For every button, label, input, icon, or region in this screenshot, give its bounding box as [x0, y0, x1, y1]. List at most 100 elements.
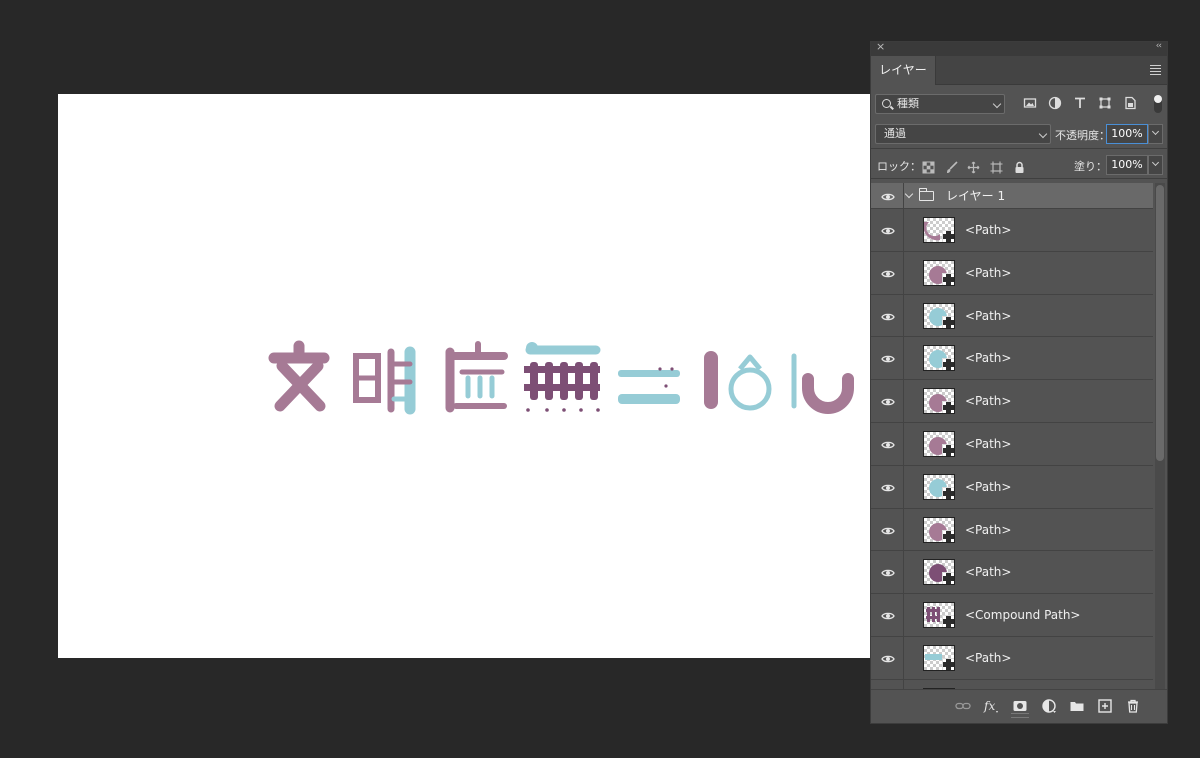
layer-row[interactable]: <Path>	[871, 337, 1153, 381]
opacity-dropdown[interactable]	[1148, 124, 1163, 144]
eye-icon[interactable]	[881, 651, 895, 665]
layer-name: <Compound Path>	[965, 608, 1081, 623]
scrollbar-thumb[interactable]	[1156, 185, 1164, 461]
layer-name: <Path>	[965, 351, 1012, 366]
adjustment-layer-icon[interactable]	[1041, 698, 1057, 714]
eye-icon[interactable]	[881, 437, 895, 451]
eye-icon[interactable]	[881, 480, 895, 494]
panel-menu-icon[interactable]	[1150, 65, 1161, 77]
layer-row[interactable]: <Path>	[871, 551, 1153, 595]
trash-icon[interactable]	[1125, 698, 1141, 714]
layer-group-row[interactable]: レイヤー 1	[871, 183, 1153, 209]
vector-mask-icon	[942, 315, 954, 328]
filter-row: 種類	[871, 92, 1167, 116]
smart-object-filter-icon[interactable]	[1123, 96, 1137, 110]
layer-row[interactable]: <Path>	[871, 422, 1153, 466]
fx-icon[interactable]: fx	[983, 698, 999, 714]
layer-row[interactable]: <Path>	[871, 508, 1153, 552]
document-canvas[interactable]	[58, 94, 870, 658]
filter-kind-select[interactable]: 種類	[875, 94, 1005, 114]
eye-icon[interactable]	[881, 351, 895, 365]
layer-name: レイヤー 1	[946, 189, 1006, 203]
eye-icon[interactable]	[881, 394, 895, 408]
new-layer-icon[interactable]	[1097, 698, 1113, 714]
mask-icon[interactable]	[1012, 698, 1028, 714]
adjustment-filter-icon[interactable]	[1048, 96, 1062, 110]
image-filter-icon[interactable]	[1023, 96, 1037, 110]
lock-label: ロック：	[877, 160, 921, 173]
filter-toggle[interactable]	[1154, 95, 1162, 113]
filter-kind-label: 種類	[897, 97, 919, 110]
vector-mask-icon	[942, 529, 954, 542]
blend-mode-value: 通過	[884, 127, 906, 140]
type-filter-icon[interactable]	[1073, 96, 1087, 110]
glyph-mei	[353, 346, 416, 415]
resize-grip[interactable]	[1011, 713, 1029, 718]
eye-icon[interactable]	[881, 223, 895, 237]
lock-artboard-icon[interactable]	[990, 159, 1003, 174]
layer-row[interactable]: <Path>	[871, 636, 1153, 680]
layer-name: <Path>	[965, 394, 1012, 409]
panel-tabbar: レイヤー	[871, 56, 1167, 85]
lock-transparent-icon[interactable]	[922, 159, 935, 174]
eye-icon[interactable]	[881, 309, 895, 323]
fill-dropdown[interactable]	[1148, 155, 1163, 175]
layers-panel: × ‹‹ レイヤー 種類 通過 不透明度： 100% ロック： 塗り： 100%…	[870, 40, 1168, 724]
layer-list-scrollbar[interactable]	[1155, 183, 1165, 689]
lock-position-icon[interactable]	[967, 159, 980, 174]
layer-thumbnail	[923, 559, 955, 586]
eye-icon[interactable]	[881, 189, 895, 203]
layer-name: <Path>	[965, 565, 1012, 580]
layer-name: <Path>	[965, 308, 1012, 323]
layer-row[interactable]: <Path>	[871, 294, 1153, 338]
layer-name: <Path>	[965, 265, 1012, 280]
vector-mask-icon	[942, 657, 954, 670]
opacity-input[interactable]: 100%	[1106, 124, 1148, 144]
layer-thumbnail	[923, 644, 955, 671]
vector-mask-icon	[942, 572, 954, 585]
lock-paint-icon[interactable]	[945, 159, 958, 173]
chevron-down-icon[interactable]	[904, 189, 914, 199]
layer-name: <Path>	[965, 479, 1012, 494]
layer-thumbnail	[923, 302, 955, 329]
eye-icon[interactable]	[881, 565, 895, 579]
panel-titlebar: × ‹‹	[871, 40, 1167, 56]
layer-thumbnail	[923, 516, 955, 543]
svg-text:fx: fx	[983, 699, 995, 713]
glyph-mu	[524, 342, 601, 412]
vector-mask-icon	[942, 401, 954, 414]
lock-all-icon[interactable]	[1013, 159, 1026, 173]
close-icon[interactable]: ×	[876, 40, 885, 53]
layer-row[interactable]	[871, 679, 1153, 689]
search-icon	[882, 99, 891, 108]
blend-mode-select[interactable]: 通過	[875, 124, 1051, 144]
vector-mask-icon	[942, 443, 954, 456]
layer-name: <Path>	[965, 436, 1012, 451]
glyph-ring	[728, 354, 772, 411]
link-layers-icon[interactable]	[955, 698, 971, 714]
layer-row[interactable]: <Compound Path>	[871, 594, 1153, 637]
layer-thumbnail	[923, 345, 955, 372]
glyph-bun	[268, 340, 330, 412]
logo-artwork	[268, 340, 854, 415]
eye-icon[interactable]	[881, 523, 895, 537]
glyph-u	[791, 353, 854, 414]
eye-icon[interactable]	[881, 608, 895, 622]
shape-filter-icon[interactable]	[1098, 96, 1112, 110]
tab-layers[interactable]: レイヤー	[871, 56, 936, 85]
layer-row[interactable]: <Path>	[871, 251, 1153, 295]
layer-row[interactable]: <Path>	[871, 465, 1153, 509]
layer-row[interactable]: <Path>	[871, 380, 1153, 423]
glyph-ko	[618, 367, 680, 404]
vector-mask-icon	[942, 615, 954, 628]
layer-list[interactable]: レイヤー 1 <Path> <Path> <Path> <Path> <Path> <Pa…	[871, 183, 1153, 689]
folder-icon	[918, 188, 934, 201]
collapse-icon[interactable]: ‹‹	[1156, 41, 1162, 51]
eye-icon[interactable]	[881, 266, 895, 280]
layer-row[interactable]: <Path>	[871, 209, 1153, 252]
glyph-kyo	[445, 341, 508, 413]
layer-name: <Path>	[965, 223, 1012, 237]
layer-name: <Path>	[965, 650, 1012, 665]
fill-input[interactable]: 100%	[1106, 155, 1148, 175]
new-group-icon[interactable]	[1069, 698, 1085, 714]
